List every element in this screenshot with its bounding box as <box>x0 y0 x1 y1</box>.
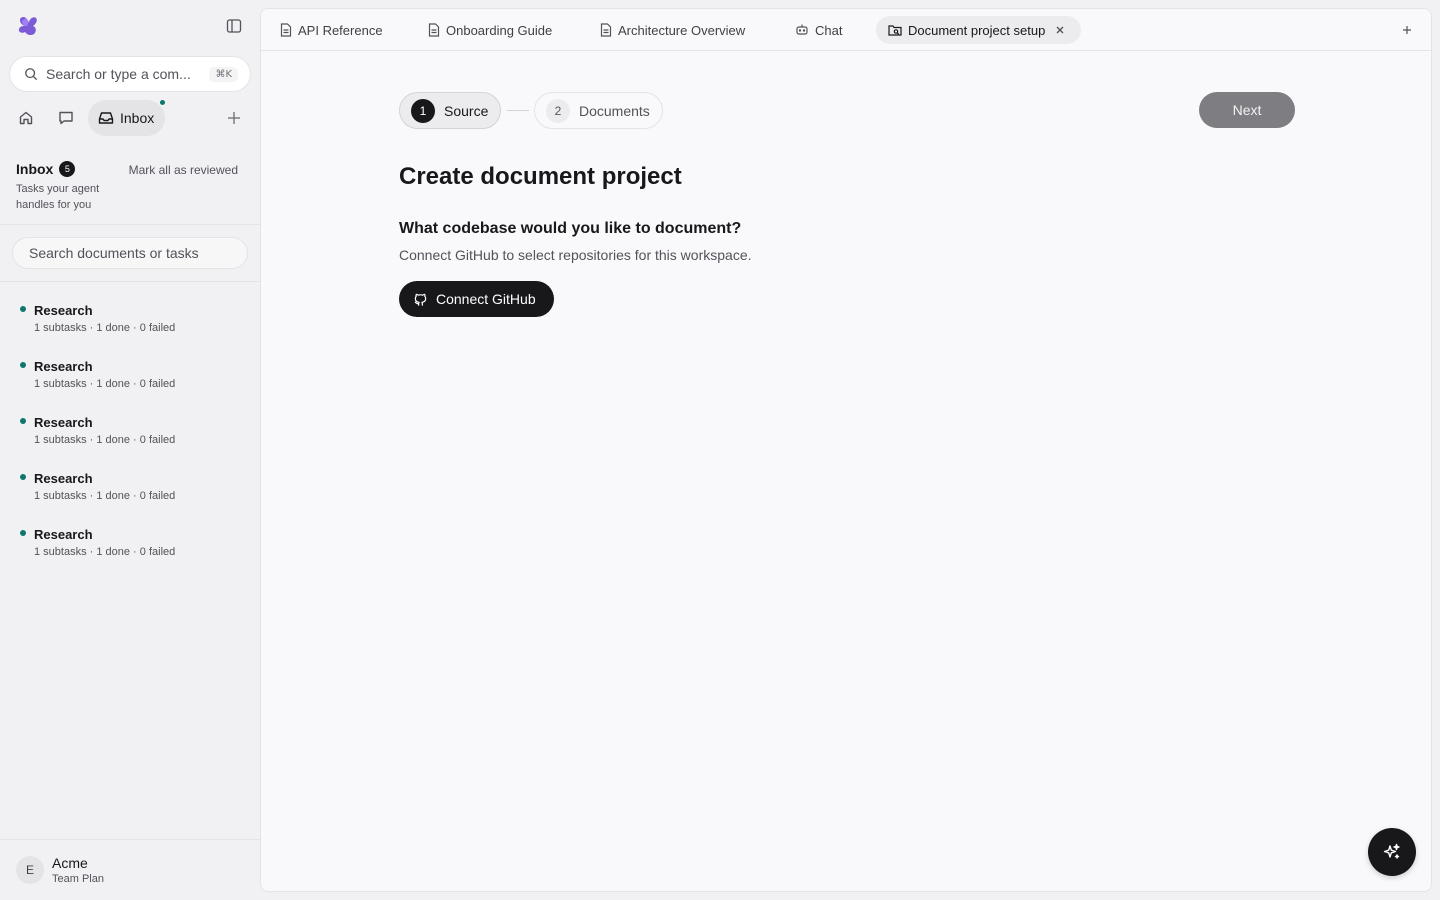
avatar: E <box>16 856 44 884</box>
task-item[interactable]: Research 1 subtasks · 1 done · 0 failed <box>0 412 260 468</box>
task-meta: 1 subtasks · 1 done · 0 failed <box>34 490 176 502</box>
next-button[interactable]: Next <box>1199 92 1295 128</box>
nav-row: Inbox <box>0 98 260 136</box>
inbox-title: Inbox <box>16 160 54 177</box>
task-title: Research <box>34 359 93 374</box>
step-number: 1 <box>411 98 435 123</box>
app-logo-icon[interactable] <box>16 14 40 38</box>
tab-label: Chat <box>815 22 843 38</box>
document-search-placeholder: Search documents or tasks <box>29 245 199 261</box>
plus-icon[interactable] <box>224 108 244 128</box>
status-dot <box>20 474 26 480</box>
status-dot <box>20 306 26 312</box>
unread-indicator <box>158 98 167 107</box>
step-label: Source <box>444 102 489 119</box>
ai-assistant-button[interactable] <box>1368 828 1416 876</box>
document-icon <box>428 23 446 37</box>
tab-onboarding-guide[interactable]: Onboarding Guide <box>422 16 558 44</box>
plan-label: Team Plan <box>52 873 104 885</box>
tab-document-project-setup[interactable]: Document project setup <box>876 16 1082 44</box>
new-tab-plus-icon[interactable] <box>1399 22 1415 38</box>
folder-search-icon <box>888 23 908 37</box>
command-search-input[interactable]: Search or type a com... ⌘K <box>9 56 251 92</box>
user-account-button[interactable]: E Acme Team Plan <box>0 840 260 900</box>
task-meta: 1 subtasks · 1 done · 0 failed <box>34 434 176 446</box>
task-item[interactable]: Research 1 subtasks · 1 done · 0 failed <box>0 356 260 412</box>
inbox-count-badge: 5 <box>59 160 76 177</box>
inbox-header: Inbox 5 Tasks your agent handles for you … <box>16 160 246 213</box>
close-tab-icon[interactable] <box>1055 25 1071 35</box>
step-source[interactable]: 1 Source <box>399 92 502 129</box>
step-connector <box>507 110 529 111</box>
shortcut-badge: ⌘K <box>209 66 238 82</box>
section-heading: What codebase would you like to document… <box>399 220 742 237</box>
mark-all-reviewed-button[interactable]: Mark all as reviewed <box>129 163 238 177</box>
task-title: Research <box>34 471 93 486</box>
step-number: 2 <box>546 98 570 123</box>
status-dot <box>20 418 26 424</box>
divider <box>0 281 260 282</box>
task-item[interactable]: Research 1 subtasks · 1 done · 0 failed <box>0 524 260 580</box>
sparkles-icon <box>1382 842 1402 862</box>
document-search-input[interactable]: Search documents or tasks <box>12 237 248 269</box>
task-meta: 1 subtasks · 1 done · 0 failed <box>34 378 176 390</box>
task-title: Research <box>34 415 93 430</box>
bot-icon <box>795 23 815 37</box>
section-description: Connect GitHub to select repositories fo… <box>399 247 752 263</box>
home-icon[interactable] <box>16 108 36 128</box>
connect-github-button[interactable]: Connect GitHub <box>399 281 554 317</box>
task-item[interactable]: Research 1 subtasks · 1 done · 0 failed <box>0 468 260 524</box>
main-panel: API Reference Onboarding Guide Architect… <box>260 8 1432 892</box>
tab-api-reference[interactable]: API Reference <box>274 16 389 44</box>
tab-chat[interactable]: Chat <box>789 16 848 44</box>
task-meta: 1 subtasks · 1 done · 0 failed <box>34 322 176 334</box>
sidebar: Search or type a com... ⌘K Inbox Inbox 5 … <box>0 0 260 900</box>
tab-label: Onboarding Guide <box>446 22 553 38</box>
nav-inbox-button[interactable]: Inbox <box>88 100 165 136</box>
page-title: Create document project <box>399 163 682 190</box>
document-icon <box>600 23 618 37</box>
tab-architecture-overview[interactable]: Architecture Overview <box>594 16 751 44</box>
tab-label: Document project setup <box>908 22 1046 38</box>
github-icon <box>413 292 436 307</box>
step-documents[interactable]: 2 Documents <box>534 92 663 129</box>
search-icon <box>24 67 38 81</box>
status-dot <box>20 530 26 536</box>
workspace-name: Acme <box>52 855 88 871</box>
task-item[interactable]: Research 1 subtasks · 1 done · 0 failed <box>0 300 260 356</box>
step-label: Documents <box>579 102 650 119</box>
inbox-description: Tasks your agent handles for you <box>16 183 100 211</box>
status-dot <box>20 362 26 368</box>
tab-bar: API Reference Onboarding Guide Architect… <box>261 9 1431 51</box>
connect-github-label: Connect GitHub <box>436 291 536 307</box>
chat-icon[interactable] <box>56 108 76 128</box>
command-search-placeholder: Search or type a com... <box>46 66 191 82</box>
task-meta: 1 subtasks · 1 done · 0 failed <box>34 546 176 558</box>
tab-label: Architecture Overview <box>618 22 746 38</box>
task-title: Research <box>34 527 93 542</box>
nav-inbox-label: Inbox <box>120 110 155 126</box>
document-icon <box>280 23 298 37</box>
inbox-icon <box>98 110 114 126</box>
task-title: Research <box>34 303 93 318</box>
divider <box>0 224 260 225</box>
task-list: Research 1 subtasks · 1 done · 0 failed … <box>0 300 260 580</box>
tab-label: API Reference <box>298 22 383 38</box>
sidebar-toggle-icon[interactable] <box>224 16 244 36</box>
